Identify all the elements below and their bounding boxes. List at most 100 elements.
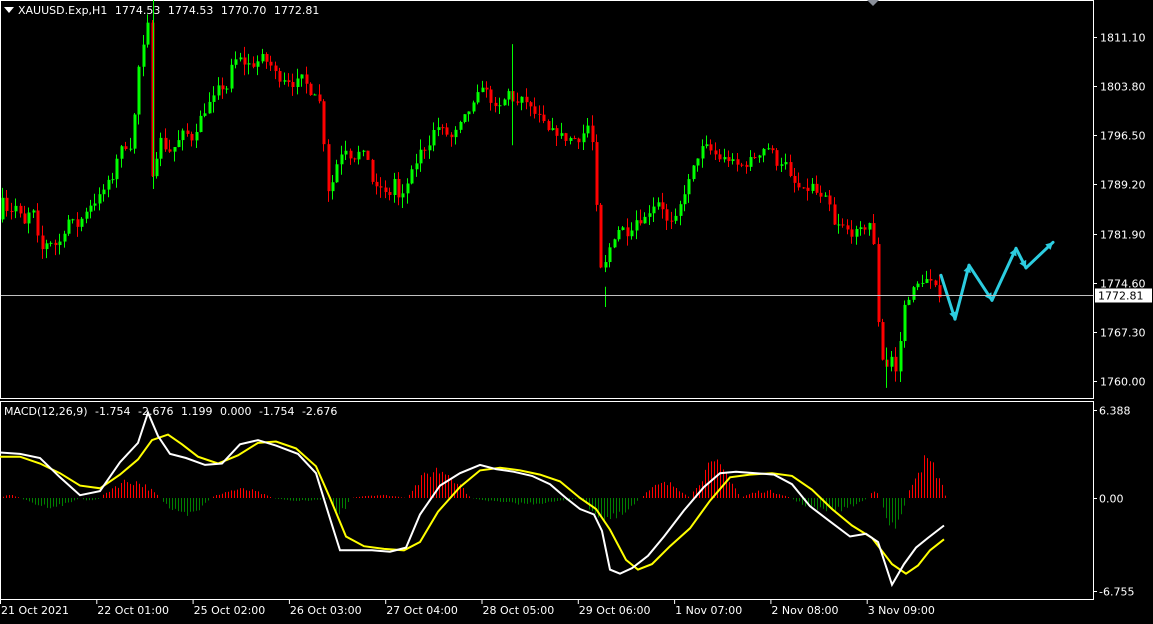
candle-body <box>80 218 84 227</box>
candle-body <box>203 113 207 116</box>
candle-body <box>789 162 793 176</box>
candle-body <box>410 169 414 184</box>
candle-body <box>599 204 603 268</box>
candle-body <box>705 144 709 147</box>
candle-body <box>560 133 564 136</box>
candle-body <box>657 202 661 207</box>
candle-body <box>859 227 863 230</box>
candle-body <box>309 83 313 96</box>
price-tick-label: 1789.20 <box>1100 179 1146 192</box>
candle-body <box>265 54 269 62</box>
candle-body <box>120 146 124 159</box>
candle-body <box>49 242 53 244</box>
candle-body <box>718 154 722 160</box>
candle-body <box>547 121 551 130</box>
candle-body <box>929 279 933 281</box>
candle-body <box>23 213 27 224</box>
candle-body <box>727 157 731 162</box>
candle-body <box>173 147 177 152</box>
candle-body <box>582 133 586 143</box>
candle-body <box>234 59 238 65</box>
candle-body <box>313 94 317 96</box>
candle-body <box>784 162 788 165</box>
candle-body <box>569 138 573 141</box>
macd-value: 1.199 <box>180 405 213 418</box>
candle-body <box>494 102 498 107</box>
candle-body <box>349 150 353 159</box>
candle-body <box>454 129 458 138</box>
candle-body <box>762 148 766 156</box>
candle-body <box>934 280 938 286</box>
candle-body <box>225 88 229 90</box>
candle-body <box>903 304 907 342</box>
candle-body <box>89 205 93 212</box>
candle-body <box>894 356 898 372</box>
candle-body <box>397 178 401 198</box>
candle-body <box>93 203 97 206</box>
candle-body <box>815 183 819 193</box>
chart-window[interactable]: 1811.10 1803.80 1796.50 1789.20 1781.90 1774.… <box>0 0 1153 620</box>
candle-body <box>824 195 828 197</box>
candle-body <box>71 219 75 221</box>
candle-body <box>432 129 436 146</box>
candle-body <box>195 132 199 141</box>
candle-body <box>533 106 537 114</box>
candle-body <box>256 61 260 67</box>
price-tick-label: 1796.50 <box>1100 130 1146 143</box>
candle-body <box>881 322 885 360</box>
candle-body <box>714 150 718 155</box>
candle-body <box>863 227 867 230</box>
candle-body <box>14 205 18 212</box>
candle-body <box>199 115 203 133</box>
low-price: 1770.70 <box>220 4 267 17</box>
candle-body <box>437 127 441 130</box>
candle-body <box>670 220 674 222</box>
time-tick-label: 28 Oct 05:00 <box>483 604 555 617</box>
candle-body <box>921 282 925 284</box>
candle-body <box>696 158 700 166</box>
candle-body <box>379 186 383 188</box>
candle-body <box>503 99 507 106</box>
candle-body <box>833 204 837 225</box>
candle-body <box>335 164 339 183</box>
candle-body <box>736 159 740 165</box>
candle-body <box>177 140 181 148</box>
candle-body <box>274 65 278 72</box>
candle-body <box>111 179 115 181</box>
candle-body <box>1 197 5 220</box>
candle-body <box>709 144 713 151</box>
candle-body <box>925 279 929 283</box>
dropdown-triangle-icon[interactable] <box>4 7 14 13</box>
candle-body <box>287 80 291 82</box>
candle-body <box>819 192 823 197</box>
candle-body <box>371 159 375 182</box>
candle-body <box>837 224 841 226</box>
candle-body <box>327 144 331 192</box>
candle-body <box>846 225 850 230</box>
candle-body <box>701 146 705 159</box>
macd-header[interactable]: MACD(12,26,9) -1.754 -2.676 1.199 0.000 … <box>4 405 337 418</box>
candle-body <box>305 74 309 84</box>
candle-body <box>551 128 555 130</box>
time-tick-label: 26 Oct 03:00 <box>290 604 362 617</box>
candle-body <box>212 95 216 102</box>
candle-body <box>217 85 221 96</box>
candle-body <box>872 223 876 245</box>
candle-body <box>41 235 45 250</box>
candle-body <box>32 210 36 213</box>
candle-body <box>793 175 797 183</box>
candle-body <box>538 113 542 115</box>
candle-body <box>577 138 581 143</box>
candle-body <box>221 85 225 90</box>
symbol-info-header[interactable]: XAUUSD.Exp,H1 1774.53 1774.53 1770.70 17… <box>4 4 319 17</box>
candle-body <box>643 216 647 224</box>
candle-body <box>10 210 14 212</box>
candle-body <box>129 148 133 150</box>
symbol-label: XAUUSD.Exp,H1 <box>18 4 108 17</box>
candle-body <box>415 163 419 170</box>
candle-body <box>806 187 810 191</box>
candle-body <box>811 183 815 191</box>
candle-body <box>36 210 40 236</box>
chart-canvas[interactable]: 1811.10 1803.80 1796.50 1789.20 1781.90 1774.… <box>0 0 1153 620</box>
candle-body <box>775 150 779 166</box>
